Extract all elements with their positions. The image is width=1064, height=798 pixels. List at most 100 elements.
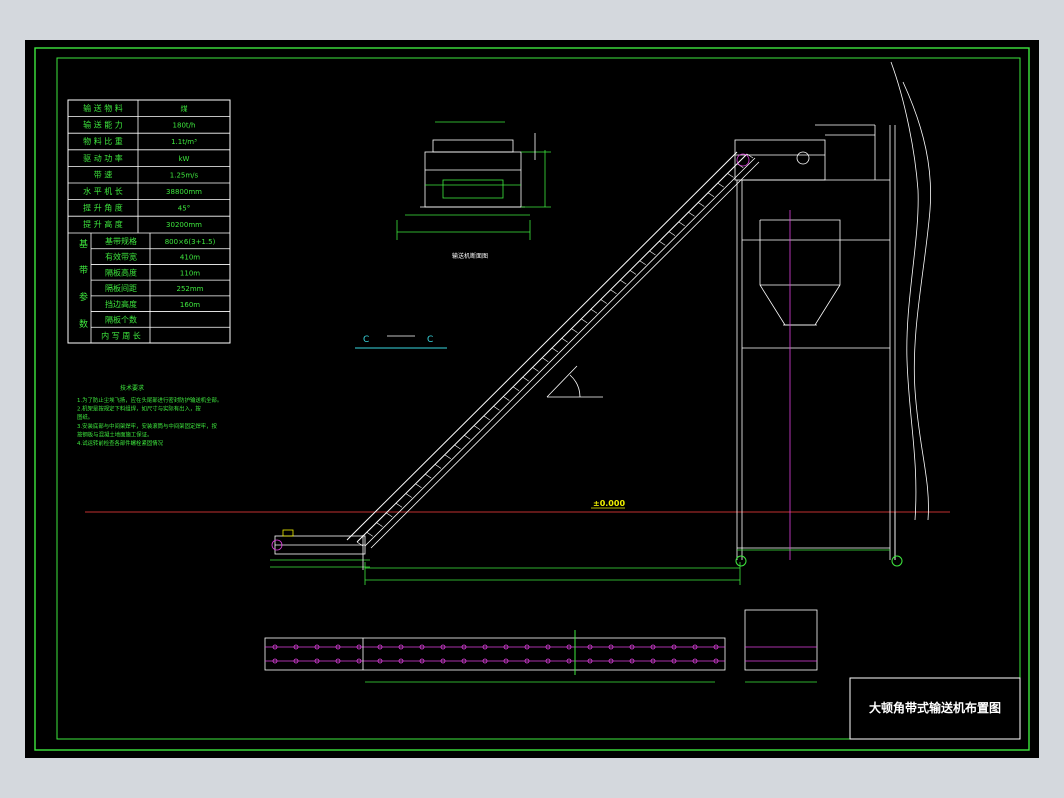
idler-tick (561, 338, 568, 343)
idler-tick (454, 444, 461, 450)
cross-section-view (396, 121, 551, 240)
inclined-conveyor (346, 151, 760, 549)
group-param-value: 410m (180, 254, 200, 262)
idler-tick (386, 512, 393, 518)
technical-notes: 技术要求 1.为了防止尘埃飞扬，应在头尾部进行密封防护输送机全部。2.机架是按规… (77, 384, 222, 447)
drawing-title: 大顿角带式输送机布置图 (869, 700, 1001, 715)
param-label: 物 料 比 重 (83, 136, 123, 146)
idler-tick (395, 502, 403, 508)
idler-tick (434, 464, 442, 469)
group-param-label: 有效带宽 (105, 252, 137, 262)
group-label-4: 数 (79, 318, 88, 330)
section-right-label: C (427, 335, 433, 345)
param-value: 30200mm (166, 221, 202, 229)
idler-tick (581, 318, 588, 324)
idler-tick (522, 376, 529, 382)
elevation-label: ±0.000 (593, 499, 625, 508)
title-block: 大顿角带式输送机布置图 (849, 677, 1021, 740)
param-label: 提 升 高 度 (83, 219, 123, 229)
section-left-label: C (363, 335, 369, 345)
param-value: 38800mm (166, 188, 202, 196)
group-param-label: 隔板高度 (105, 267, 137, 277)
idler-tick (464, 435, 471, 440)
idler-tick (366, 532, 373, 537)
cad-viewport[interactable]: 大顿角带式输送机布置图 输 送 物 料 煤输 送 能 力 180t/h 物 料 比 重… (25, 40, 1039, 758)
note-line: 按钢板与混凝土地面施工保证。 (77, 430, 152, 438)
idler-tick (356, 541, 364, 547)
side-view-label: 输送机断面图 (452, 252, 488, 260)
table-rows: 输 送 物 料 煤输 送 能 力 180t/h 物 料 比 重 1.1t/m³ 驱 动 功… (68, 103, 230, 340)
group-param-label: 隔板间距 (105, 283, 137, 293)
idler-tick (707, 192, 715, 198)
conveyor-idlers (356, 153, 754, 547)
param-label: 驱 动 功 率 (83, 153, 123, 163)
note-line: 2.机架是按规定下料组焊，如尺寸与实际有出入，按 (77, 405, 201, 413)
idler-tick (571, 328, 578, 333)
dimension-lines (364, 549, 890, 585)
idler-tick (717, 182, 724, 188)
note-line: 3.安装底部与中间架焊牢，安装滚筒与中间架固定焊牢，按 (77, 422, 218, 430)
param-label: 提 升 角 度 (83, 203, 123, 213)
note-line: 1.为了防止尘埃飞扬，应在头尾部进行密封防护输送机全部。 (77, 396, 222, 404)
idler-tick (629, 270, 637, 275)
idler-tick (532, 367, 539, 372)
idler-tick (668, 231, 676, 236)
idler-tick (600, 299, 607, 304)
parameter-table: 输 送 物 料 煤输 送 能 力 180t/h 物 料 比 重 1.1t/m³ 驱 动 功… (67, 99, 231, 344)
notes-heading: 技术要求 (120, 384, 144, 392)
idler-tick (483, 415, 490, 421)
idler-tick (659, 241, 666, 246)
group-param-value: 110m (180, 269, 200, 277)
idler-tick (512, 386, 520, 392)
idler-tick (503, 396, 510, 401)
note-line: 图纸。 (77, 413, 93, 421)
group-param-label: 基带规格 (105, 236, 137, 246)
angle-indicator (546, 365, 603, 398)
param-value: 1.1t/m³ (171, 138, 197, 146)
column-markers (735, 555, 903, 567)
section-marker: C C (355, 335, 447, 349)
idler-tick (542, 357, 549, 362)
param-value: 煤 (181, 104, 188, 113)
plan-view-bolts (272, 644, 719, 664)
idler-tick (590, 308, 598, 314)
group-label: 基 带 参 数 (79, 238, 91, 330)
param-value: kW (179, 155, 190, 163)
cad-drawing-canvas: 大顿角带式输送机布置图 输 送 物 料 煤输 送 能 力 180t/h 物 料 比 重… (34, 47, 1030, 751)
building-outline (890, 61, 931, 560)
group-param-label: 内 写 周 长 (101, 330, 141, 340)
param-value: 45° (178, 205, 190, 213)
idler-tick (376, 522, 383, 527)
idler-tick (727, 173, 734, 178)
idler-tick (639, 260, 646, 265)
idler-tick (551, 347, 559, 353)
group-param-label: 挡边高度 (105, 299, 137, 309)
group-label-2: 带 (79, 265, 88, 276)
param-label: 输 送 能 力 (83, 120, 123, 130)
param-label: 带 速 (94, 170, 113, 179)
idler-tick (610, 289, 617, 295)
idler-tick (688, 211, 695, 217)
idler-tick (444, 454, 451, 459)
idler-tick (678, 221, 685, 227)
param-value: 1.25m/s (170, 171, 199, 179)
group-label-1: 基 (79, 238, 88, 250)
plan-view (264, 609, 818, 683)
idler-tick (620, 279, 627, 285)
param-value: 180t/h (173, 122, 196, 130)
idler-tick (415, 483, 422, 489)
head-tower (734, 124, 896, 560)
tail-section (270, 529, 370, 570)
group-param-value: 800×6(3+1.5) (165, 238, 216, 246)
idler-tick (649, 250, 656, 256)
idler-tick (425, 473, 432, 479)
idler-tick (473, 425, 481, 430)
idler-tick (405, 493, 412, 498)
group-param-value: 160m (180, 301, 200, 309)
param-label: 输 送 物 料 (83, 103, 123, 113)
idler-tick (698, 202, 705, 207)
group-param-value: 252mm (177, 285, 204, 293)
param-label: 水 平 机 长 (83, 186, 123, 196)
note-line: 4.试运转前检查各部件螺栓紧固情况 (77, 439, 164, 447)
group-param-label: 隔板个数 (105, 315, 137, 325)
